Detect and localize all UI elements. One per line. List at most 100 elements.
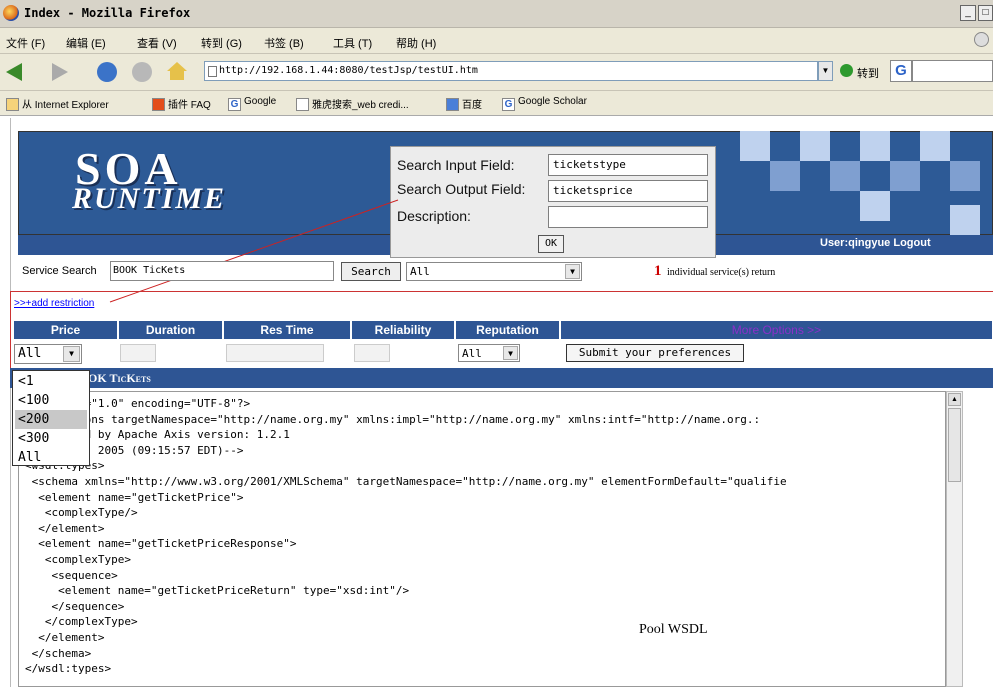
bookmark-scholar[interactable]: G Google Scholar [502,96,587,111]
description-field[interactable] [548,206,708,228]
wsdl-line: ersion="1.0" encoding="UTF-8"?> [25,397,251,410]
wsdl-line: <element name="getTicketPriceReturn" typ… [25,584,410,598]
wsdl-lines: ersion="1.0" encoding="UTF-8"?> finition… [25,396,945,677]
menu-view[interactable]: 查看 (V) [137,35,177,51]
page-icon [296,98,309,111]
bookmark-google[interactable]: G Google [228,96,276,111]
price-select[interactable]: All ▼ [14,344,82,364]
wsdl-line: </sequence> [25,599,125,613]
forward-icon[interactable] [52,63,68,81]
wsdl-code-view[interactable]: ersion="1.0" encoding="UTF-8"?> finition… [18,391,946,687]
wsdl-line: Jun 14, 2005 (09:15:57 EDT)--> [25,443,244,457]
bookmark-baidu[interactable]: 百度 [446,96,482,111]
price-option[interactable]: <1 [15,372,87,391]
menu-file[interactable]: 文件 (F) [6,35,45,51]
decor-square [950,205,980,235]
baidu-icon [446,98,459,111]
throbber-icon [974,32,989,47]
price-option[interactable]: <100 [15,391,87,410]
google-icon: G [502,98,515,111]
decor-square [950,161,980,191]
price-option[interactable]: <300 [15,429,87,448]
wsdl-line: <sequence> [25,568,118,582]
bookmark-ie[interactable]: 从 Internet Explorer [6,96,109,111]
decor-square [920,131,950,161]
home-icon[interactable] [167,62,187,80]
service-search-input[interactable]: BOOK TicKets [110,261,334,281]
search-input-label: Search Input Field: [397,157,515,173]
stop-icon[interactable] [132,62,152,82]
description-label: Description: [397,208,471,224]
header-reputation: Reputation [456,321,560,339]
price-dropdown-list: <1 <100 <200 <300 All [12,370,90,466]
reload-icon[interactable] [97,62,117,82]
chevron-down-icon: ▼ [565,264,580,279]
header-reliability: Reliability [352,321,455,339]
folder-icon [6,98,19,111]
user-logout-link[interactable]: User:qingyue Logout [820,237,931,249]
google-icon: G [228,98,241,111]
maximize-icon[interactable]: □ [978,5,993,21]
search-output-field[interactable]: ticketsprice [548,180,708,202]
reliability-select[interactable] [354,344,390,362]
menu-help[interactable]: 帮助 (H) [396,35,436,51]
add-restriction-link[interactable]: >>+add restriction [14,298,94,309]
search-output-label: Search Output Field: [397,181,526,197]
wsdl-line: </element> [25,630,105,644]
minimize-icon[interactable]: _ [960,5,976,21]
search-button[interactable]: Search [341,262,401,281]
window-title: Index - Mozilla Firefox [24,6,191,20]
bookmarks-bar [0,90,993,116]
more-options-link[interactable]: More Options >> [561,321,993,339]
wsdl-line: <element name="getTicketPriceResponse"> [25,537,297,551]
menu-tools[interactable]: 工具 (T) [333,35,372,51]
wsdl-line: <wsdl:types> [25,458,945,474]
decor-square [860,131,890,161]
decor-square [740,131,770,161]
result-count: 1 [654,263,662,279]
ok-button[interactable]: OK [538,235,564,253]
service-search-label: Service Search [22,265,97,277]
wsdl-line: <complexType> [25,552,131,566]
menu-bookmarks[interactable]: 书签 (B) [264,35,304,51]
go-button-label[interactable]: 转到 [857,65,879,81]
bookmark-yahoo[interactable]: 雅虎搜索_web credi... [296,96,409,111]
decor-square [860,191,890,221]
scrollbar[interactable]: ▲ [946,391,963,687]
price-option[interactable]: All [15,448,87,467]
wsdl-line: </complexType> [25,615,138,629]
res-time-select[interactable] [226,344,324,362]
reputation-select[interactable]: All ▼ [458,344,520,362]
submit-preferences-button[interactable]: Submit your preferences [566,344,744,362]
decor-square [770,161,800,191]
wsdl-line: finitions targetNamespace="http://name.o… [25,412,761,426]
decor-square [830,161,860,191]
price-option-highlighted[interactable]: <200 [15,410,87,429]
menu-bar: 文件 (F) 编辑 (E) 查看 (V) 转到 (G) 书签 (B) 工具 (T… [0,28,993,54]
search-scope-select[interactable]: All ▼ [406,262,582,281]
url-dropdown-icon[interactable]: ▼ [818,61,833,81]
wsdl-line: </wsdl:types> [25,662,112,676]
search-box[interactable] [912,60,993,82]
menu-go[interactable]: 转到 (G) [201,35,242,51]
back-icon[interactable] [6,63,22,81]
scroll-thumb[interactable] [948,408,961,482]
scroll-up-icon[interactable]: ▲ [948,393,961,406]
chevron-down-icon: ▼ [63,346,80,362]
service-title: OK TicKets [88,371,151,385]
bookmark-plugin-faq[interactable]: 插件 FAQ [152,96,211,111]
wsdl-line: </element> [25,521,105,535]
menu-edit[interactable]: 编辑 (E) [66,35,106,51]
search-input-field[interactable]: ticketstype [548,154,708,176]
decor-square [800,131,830,161]
url-bar[interactable]: http://192.168.1.44:8080/testJsp/testUI.… [204,61,818,81]
firefox-icon [3,5,19,21]
page-icon [208,66,217,77]
wsdl-line: </schema> [25,646,92,660]
google-search-icon[interactable]: G [890,60,912,82]
go-icon[interactable] [840,64,853,77]
decor-square [890,161,920,191]
title-bar: Index - Mozilla Firefox _ □ [0,0,993,28]
duration-select[interactable] [120,344,156,362]
service-title-bar [10,368,993,388]
